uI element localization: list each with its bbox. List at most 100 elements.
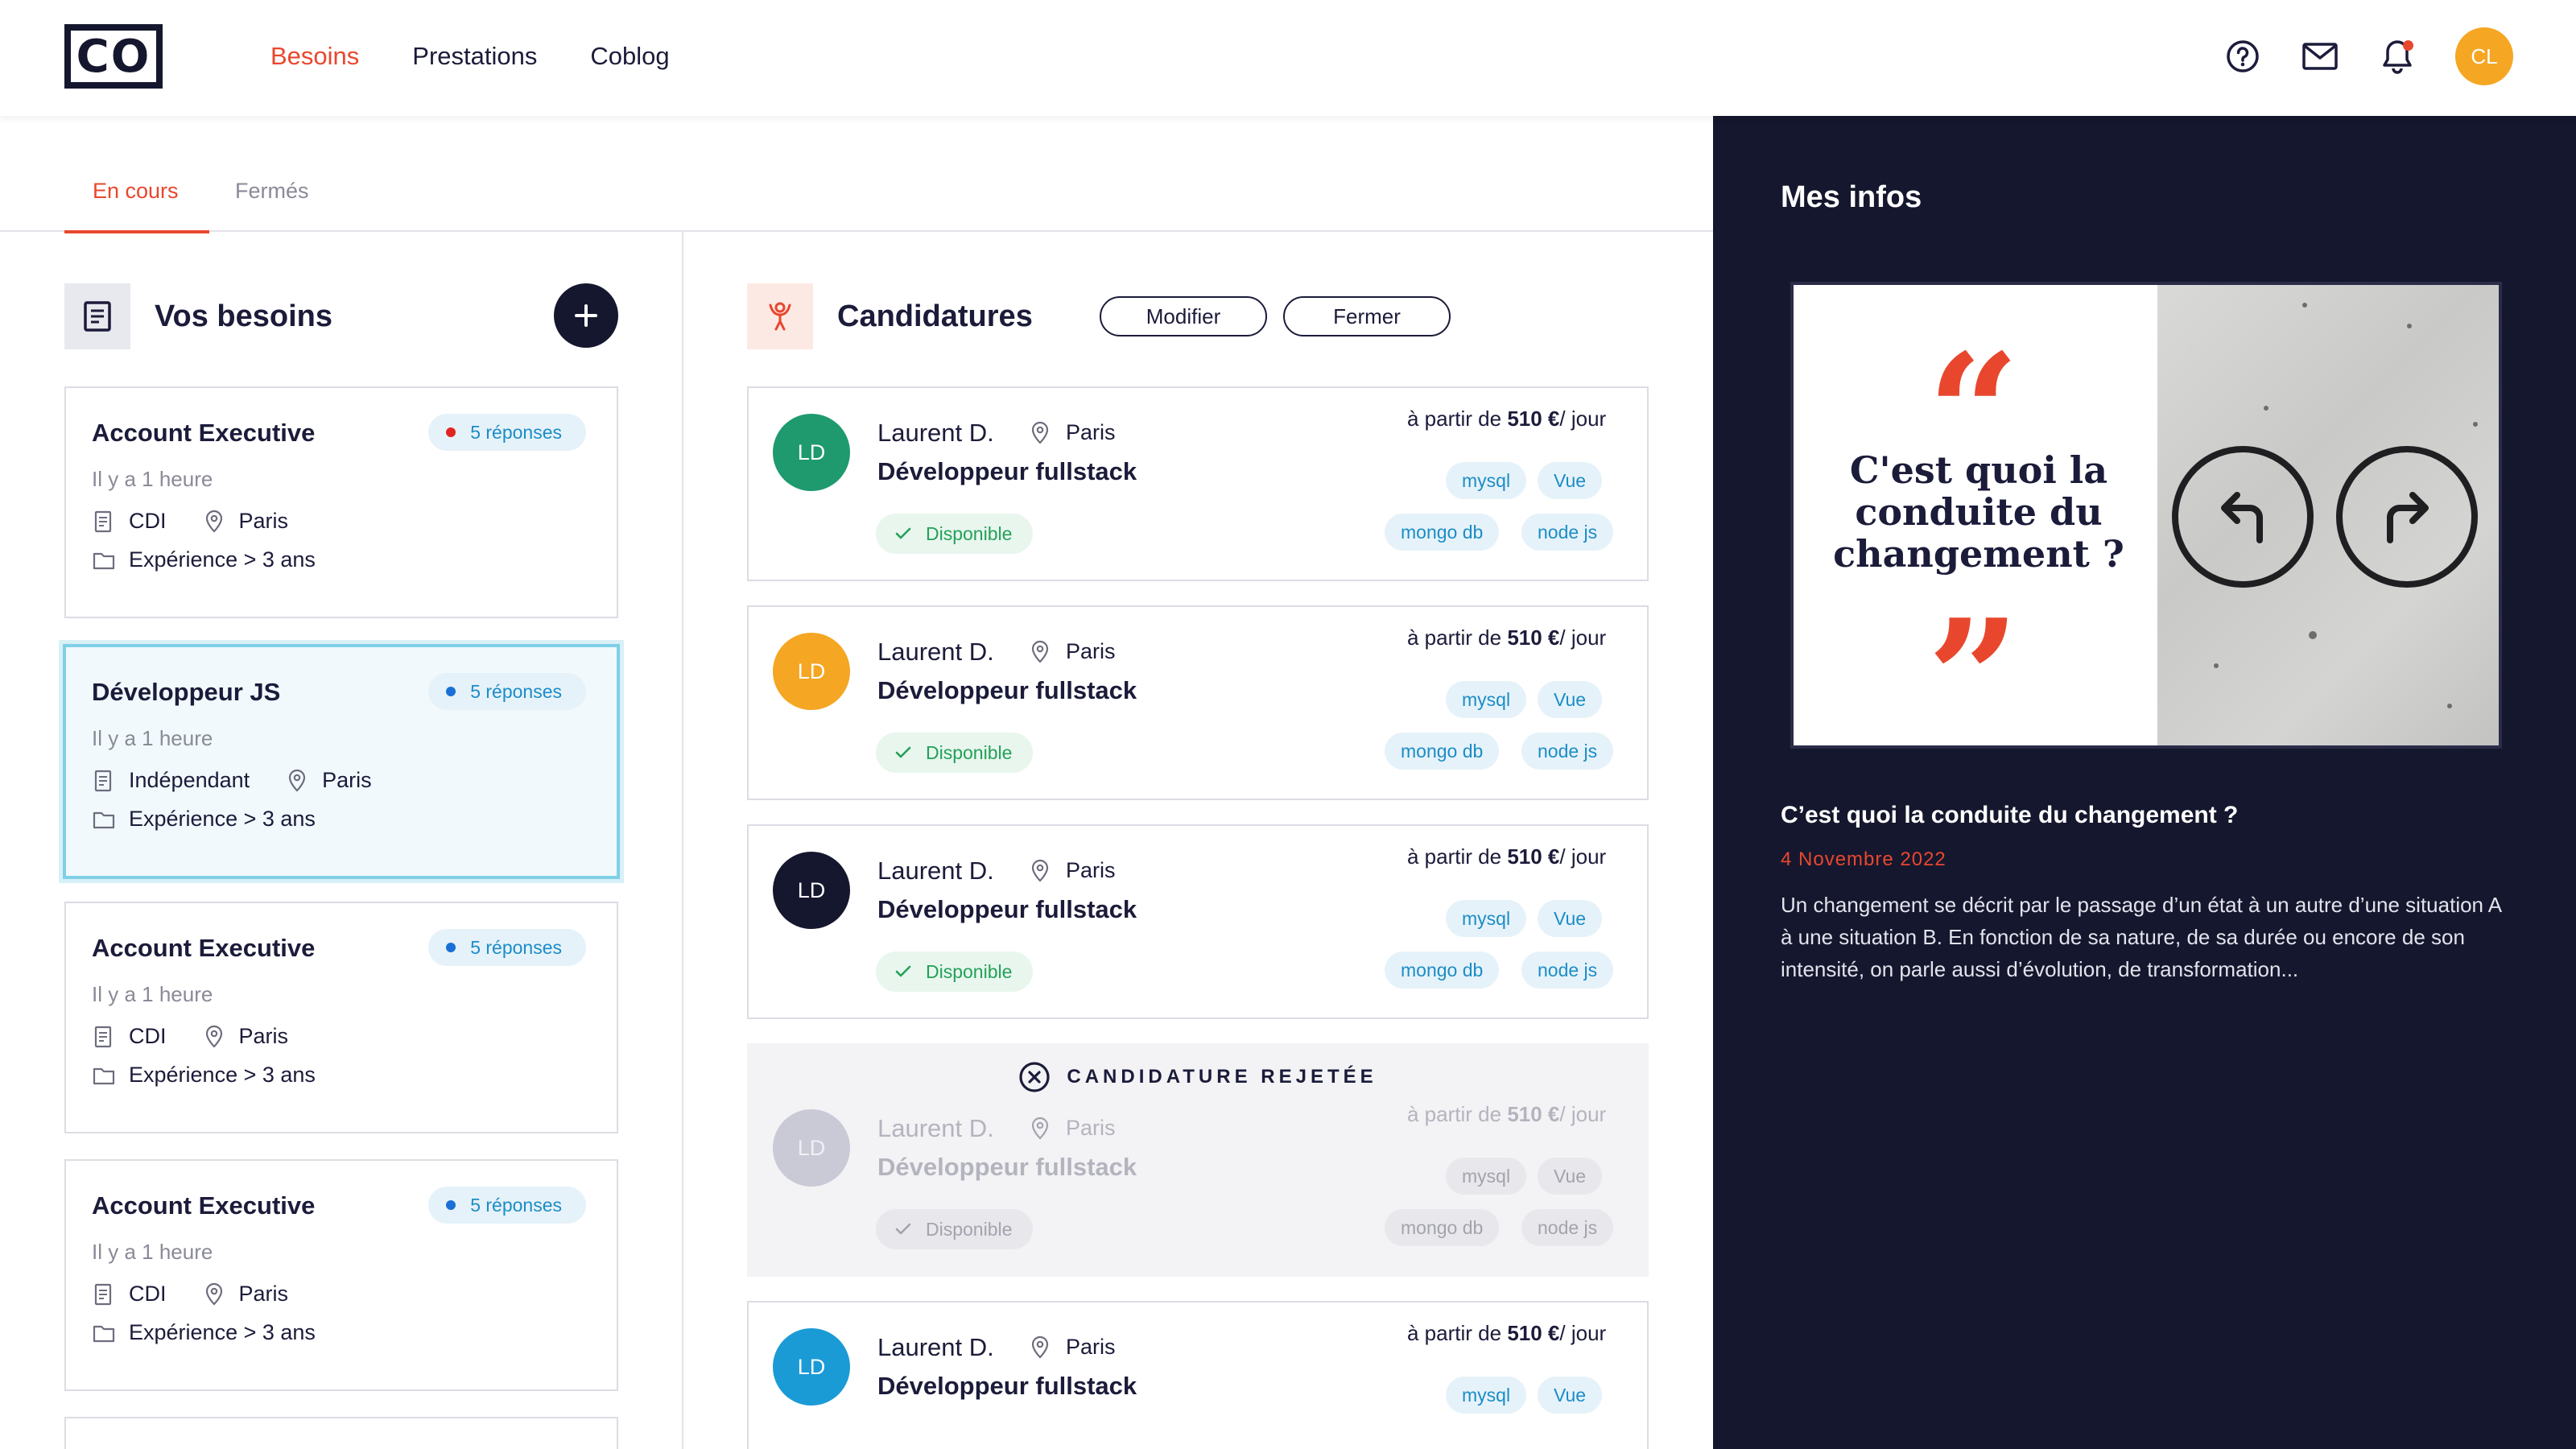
skill-tag: Vue	[1538, 1158, 1603, 1195]
location-pin-icon	[202, 1282, 226, 1307]
contract-icon	[92, 510, 116, 534]
skill-tag: mongo db	[1385, 733, 1500, 770]
besoin-experience: Expérience > 3 ans	[92, 1320, 316, 1345]
tab-fermes[interactable]: Fermés	[235, 179, 309, 204]
location-pin-icon	[202, 1025, 226, 1049]
modify-button[interactable]: Modifier	[1100, 296, 1267, 336]
responses-badge: 5 réponses	[428, 929, 586, 966]
turn-left-arrow-icon	[2172, 446, 2314, 588]
badge-label: 5 réponses	[470, 680, 562, 702]
nav-coblog[interactable]: Coblog	[590, 42, 669, 71]
candidate-card-rejected[interactable]: CANDIDATURE REJETÉE LD Laurent D. Paris …	[747, 1043, 1649, 1277]
article-image[interactable]: “ C'est quoi la conduite du changement ?…	[1790, 282, 2502, 749]
experience-label: Expérience > 3 ans	[129, 1063, 316, 1087]
candidate-location: Paris	[1030, 1116, 1116, 1141]
candidate-location: Paris	[1030, 858, 1116, 883]
price-prefix: à partir de	[1407, 625, 1502, 650]
nav-besoins[interactable]: Besoins	[270, 42, 359, 71]
candidate-price: à partir de 510 €/ jour	[1407, 621, 1616, 654]
candidate-card[interactable]: LD Laurent D. Paris Développeur fullstac…	[747, 386, 1649, 581]
active-tab-indicator	[64, 230, 209, 233]
candidate-avatar: LD	[773, 1328, 850, 1406]
folder-icon	[92, 1063, 116, 1088]
help-icon[interactable]	[2223, 37, 2262, 76]
close-button[interactable]: Fermer	[1283, 296, 1451, 336]
price-suffix: / jour	[1559, 407, 1607, 431]
article-title[interactable]: C’est quoi la conduite du changement ?	[1781, 802, 2238, 829]
skill-tag: Vue	[1538, 462, 1603, 499]
skill-tag: mysql	[1446, 900, 1527, 937]
candidate-role: Développeur fullstack	[877, 895, 1137, 923]
infos-title: Mes infos	[1781, 180, 1922, 214]
price-prefix: à partir de	[1407, 844, 1502, 869]
city-label: Paris	[238, 1282, 289, 1306]
tab-en-cours[interactable]: En cours	[93, 179, 179, 204]
skill-tag: node js	[1521, 1209, 1614, 1246]
availability-badge: Disponible	[876, 733, 1034, 773]
article-date: 4 Novembre 2022	[1781, 848, 1946, 870]
candidate-card[interactable]: LD Laurent D. Paris Développeur fullstac…	[747, 824, 1649, 1019]
check-icon	[894, 524, 913, 548]
location-pin-icon	[285, 769, 309, 793]
column-divider	[682, 232, 683, 1449]
candidate-avatar: LD	[773, 1109, 850, 1187]
folder-icon	[92, 548, 116, 572]
location-pin-icon	[1030, 859, 1055, 883]
price-suffix: / jour	[1559, 1102, 1607, 1126]
candidate-card[interactable]: LD Laurent D. Paris Développeur fullstac…	[747, 605, 1649, 800]
besoin-experience: Expérience > 3 ans	[92, 1063, 316, 1088]
logo[interactable]: CO	[64, 24, 163, 89]
price-prefix: à partir de	[1407, 1102, 1502, 1126]
availability-label: Disponible	[926, 741, 1013, 763]
besoins-title: Vos besoins	[155, 299, 333, 333]
candidate-price: à partir de 510 €/ jour	[1407, 1098, 1616, 1130]
besoin-time: Il y a 1 heure	[92, 467, 213, 491]
candidatures-title: Candidatures	[837, 299, 1033, 333]
besoin-title: Account Executive	[92, 934, 316, 962]
experience-label: Expérience > 3 ans	[129, 547, 316, 572]
location-pin-icon	[202, 510, 226, 534]
contract-label: CDI	[129, 509, 167, 533]
candidate-name: Laurent D.	[877, 857, 994, 885]
candidate-card[interactable]: LD Laurent D. Paris Développeur fullstac…	[747, 1301, 1649, 1449]
availability-badge: Disponible	[876, 952, 1034, 992]
check-icon	[894, 1220, 913, 1244]
skill-tag: mongo db	[1385, 1209, 1500, 1246]
candidate-role: Développeur fullstack	[877, 1153, 1137, 1181]
document-list-icon	[64, 283, 130, 349]
besoin-card-partial[interactable]	[64, 1417, 618, 1449]
mail-icon[interactable]	[2301, 37, 2339, 76]
responses-badge: 5 réponses	[428, 673, 586, 710]
article-image-text: C'est quoi la conduite du changement ?	[1833, 448, 2124, 576]
add-besoin-button[interactable]	[554, 283, 618, 348]
availability-badge: Disponible	[876, 514, 1034, 554]
candidate-price: à partir de 510 €/ jour	[1407, 840, 1616, 873]
skill-tag: mysql	[1446, 681, 1527, 718]
article-excerpt: Un changement se décrit par le passage d…	[1781, 893, 2501, 981]
besoin-experience: Expérience > 3 ans	[92, 807, 316, 832]
city-label: Paris	[1066, 858, 1116, 882]
nav-prestations[interactable]: Prestations	[412, 42, 537, 71]
besoin-meta: Indépendant Paris	[92, 768, 372, 793]
besoin-card[interactable]: Account Executive 5 réponses Il y a 1 he…	[64, 1159, 618, 1391]
candidate-avatar: LD	[773, 414, 850, 491]
price-prefix: à partir de	[1407, 407, 1502, 431]
user-avatar[interactable]: CL	[2455, 27, 2513, 85]
candidate-role: Développeur fullstack	[877, 676, 1137, 704]
besoin-experience: Expérience > 3 ans	[92, 547, 316, 572]
availability-label: Disponible	[926, 1218, 1013, 1240]
article-image-photo	[2157, 285, 2499, 745]
besoin-card[interactable]: Account Executive 5 réponses Il y a 1 he…	[64, 386, 618, 618]
contract-label: CDI	[129, 1024, 167, 1048]
folder-icon	[92, 1321, 116, 1345]
skill-tag: mysql	[1446, 1377, 1527, 1414]
candidate-price: à partir de 510 €/ jour	[1407, 402, 1616, 435]
check-icon	[894, 962, 913, 986]
candidate-icon	[747, 283, 813, 349]
bell-icon[interactable]	[2378, 37, 2417, 76]
besoin-meta: CDI Paris	[92, 509, 288, 534]
skill-tag: mongo db	[1385, 514, 1500, 551]
besoin-card[interactable]: Account Executive 5 réponses Il y a 1 he…	[64, 902, 618, 1133]
price-suffix: / jour	[1559, 844, 1607, 869]
besoin-card-selected[interactable]: Développeur JS 5 réponses Il y a 1 heure…	[63, 644, 620, 879]
